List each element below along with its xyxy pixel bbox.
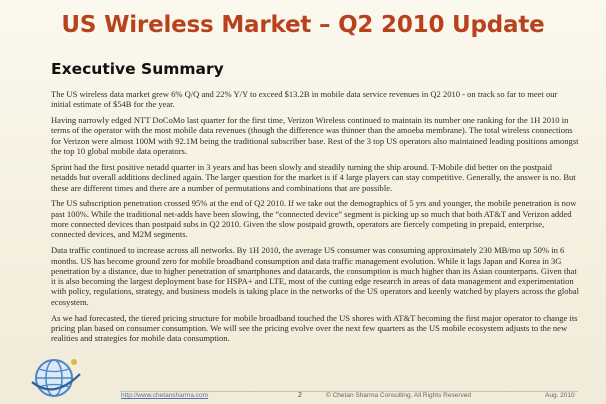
paragraph-tiered-pricing: As we had forecasted, the tiered pricing… [51,312,578,344]
paragraph-subscription-penetration: The US subscription penetration crossed … [51,198,577,240]
footer-date: Aug. 2010 [545,392,575,399]
slide-title: US Wireless Market – Q2 2010 Update [61,12,545,38]
paragraph-data-market-growth: The US wireless data market grew 6% Q/Q … [51,89,558,110]
summary-body: The US wireless data market grew 6% Q/Q … [51,89,579,349]
paragraph-sprint-tmobile: Sprint had the first positive netadd qua… [51,161,576,193]
paragraph-verizon-ranking: Having narrowly edged NTT DoCoMo last qu… [51,115,579,157]
section-heading: Executive Summary [51,60,224,78]
footer-website-link[interactable]: http://www.chetansharma.com [121,392,208,399]
paragraph-data-traffic: Data traffic continued to increase acros… [51,245,579,307]
globe-logo-icon [31,359,81,397]
footer-copyright: © Chetan Sharma Consulting, All Rights R… [326,392,471,399]
page-number: 2 [298,392,302,399]
slide: US Wireless Market – Q2 2010 Update Exec… [0,0,606,404]
